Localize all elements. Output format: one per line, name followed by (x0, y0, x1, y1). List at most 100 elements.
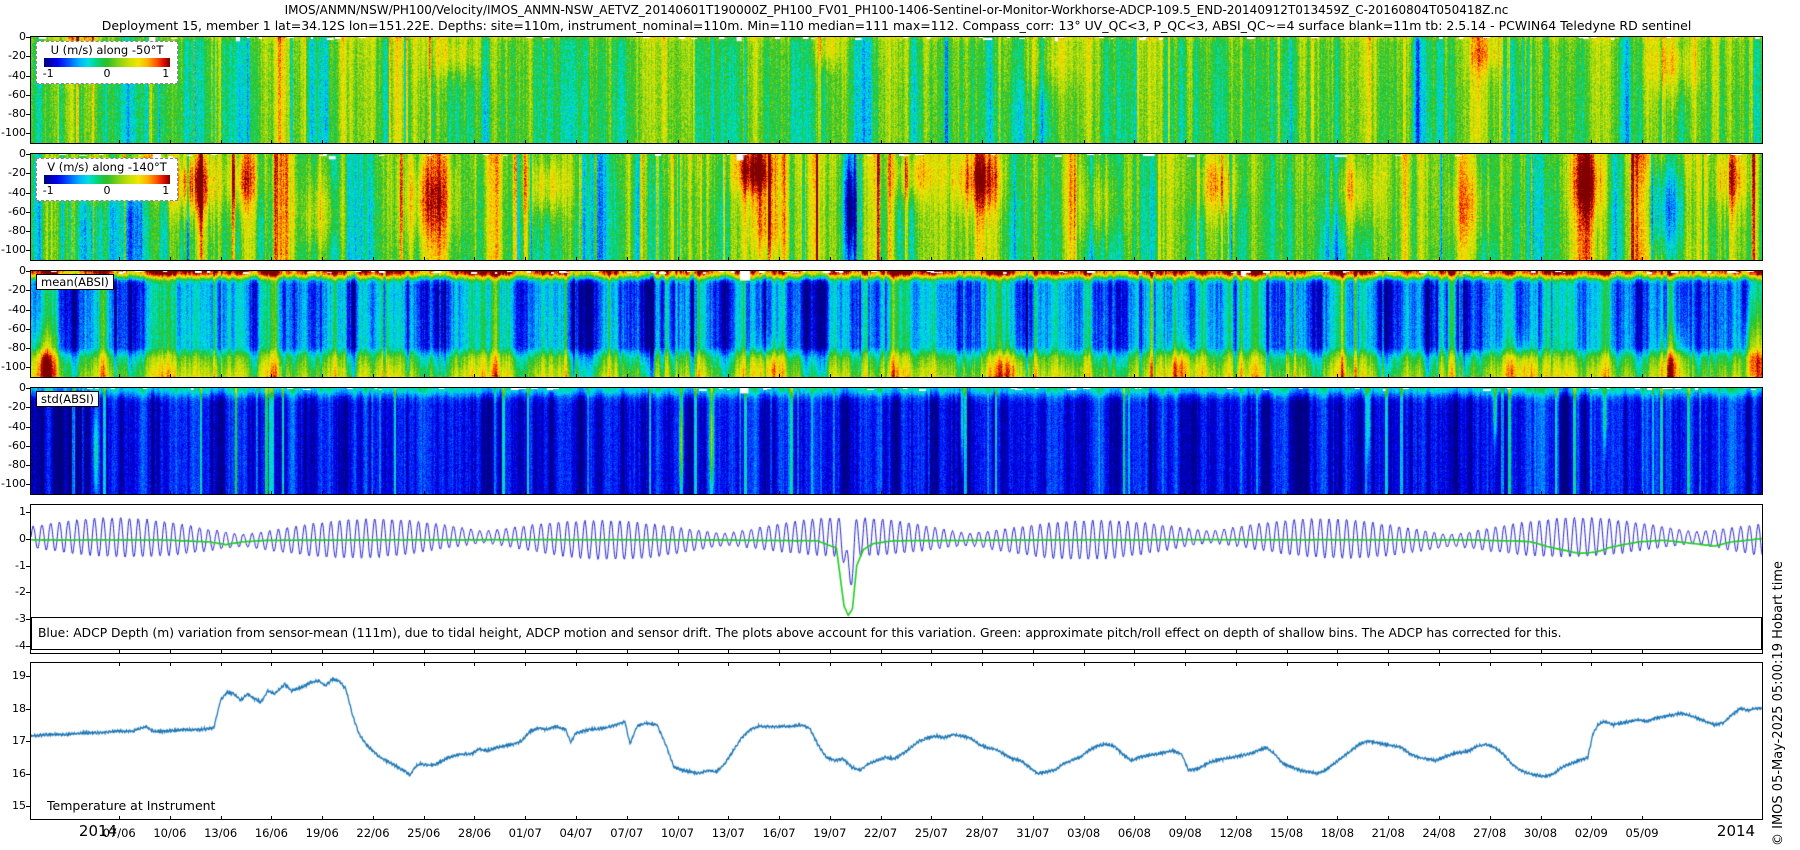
title-line-1: IMOS/ANMN/NSW/PH100/Velocity/IMOS_ANMN-N… (30, 3, 1763, 17)
x-tick-mark (881, 816, 882, 819)
x-tick-mark (1185, 663, 1186, 666)
x-tick-mark (779, 663, 780, 666)
y-tick-label: 1 (1, 506, 26, 518)
x-tick-mark (830, 491, 831, 494)
x-tick-mark (779, 816, 780, 819)
x-tick-mark (881, 491, 882, 494)
x-tick-mark (1388, 491, 1389, 494)
x-tick-mark (1236, 374, 1237, 377)
x-tick-mark (271, 491, 272, 494)
x-tick-mark (1642, 663, 1643, 666)
y-tick-mark (26, 193, 30, 194)
x-tick-mark (576, 140, 577, 143)
x-tick-mark (576, 663, 577, 666)
v-colorbar-gradient (44, 175, 170, 184)
x-tick-mark (576, 491, 577, 494)
v-legend-title: V (m/s) along -140°T (37, 160, 177, 174)
mean-absi-heatmap (31, 271, 1762, 377)
x-tick-mark (678, 140, 679, 143)
x-tick-mark (1388, 650, 1389, 653)
x-tick-mark (830, 816, 831, 819)
y-tick-label: -100 (1, 127, 26, 139)
y-tick-label: -80 (1, 225, 26, 237)
x-axis-date-label: 28/06 (458, 826, 491, 840)
x-axis-date-label: 09/08 (1169, 826, 1202, 840)
x-axis-year-right: 2014 (1706, 822, 1766, 840)
x-tick-mark (931, 257, 932, 260)
x-tick-mark (830, 650, 831, 653)
x-tick-mark (1084, 816, 1085, 819)
x-tick-mark (1642, 816, 1643, 819)
x-tick-mark (1591, 650, 1592, 653)
x-tick-mark (830, 257, 831, 260)
x-tick-mark (931, 650, 932, 653)
x-tick-mark (525, 140, 526, 143)
x-tick-mark (271, 650, 272, 653)
x-tick-mark (119, 257, 120, 260)
x-tick-mark (1642, 140, 1643, 143)
x-tick-mark (221, 816, 222, 819)
x-tick-mark (1439, 491, 1440, 494)
x-tick-mark (170, 374, 171, 377)
x-tick-mark (322, 816, 323, 819)
x-tick-mark (1388, 374, 1389, 377)
y-tick-label: -20 (1, 50, 26, 62)
x-tick-mark (1033, 140, 1034, 143)
y-tick-mark (26, 37, 30, 38)
adcp-velocity-plot-page: IMOS/ANMN/NSW/PH100/Velocity/IMOS_ANMN-N… (0, 0, 1800, 850)
panel-temperature: Temperature at Instrument (30, 662, 1763, 820)
x-tick-mark (1642, 650, 1643, 653)
x-tick-mark (474, 140, 475, 143)
y-tick-label: -20 (1, 284, 26, 296)
x-tick-mark (1084, 491, 1085, 494)
x-axis-date-label: 04/07 (559, 826, 592, 840)
x-axis-date-label: 03/08 (1067, 826, 1100, 840)
v-velocity-heatmap (31, 154, 1762, 260)
imos-watermark: © IMOS 05-May-2025 05:00:19 Hobart time (1771, 466, 1786, 846)
y-tick-label: 18 (1, 703, 26, 715)
x-tick-mark (322, 257, 323, 260)
x-tick-mark (1541, 663, 1542, 666)
x-tick-mark (1490, 816, 1491, 819)
x-tick-mark (1134, 491, 1135, 494)
x-tick-mark (170, 663, 171, 666)
x-tick-mark (1287, 257, 1288, 260)
x-tick-mark (881, 140, 882, 143)
x-tick-mark (678, 663, 679, 666)
temperature-label: Temperature at Instrument (47, 798, 215, 813)
y-tick-mark (26, 427, 30, 428)
colorbar-tick-label: 0 (104, 67, 111, 80)
x-tick-mark (1388, 257, 1389, 260)
y-tick-mark (26, 592, 30, 593)
x-tick-mark (830, 374, 831, 377)
colorbar-tick-label: 1 (162, 184, 169, 197)
x-tick-mark (1134, 257, 1135, 260)
y-tick-label: -20 (1, 167, 26, 179)
y-tick-label: -4 (1, 640, 26, 652)
x-tick-mark (271, 374, 272, 377)
x-tick-mark (1084, 374, 1085, 377)
x-tick-mark (170, 140, 171, 143)
x-axis-date-label: 21/08 (1372, 826, 1405, 840)
x-tick-mark (1236, 257, 1237, 260)
x-tick-mark (474, 257, 475, 260)
y-tick-label: -40 (1, 187, 26, 199)
x-tick-mark (678, 816, 679, 819)
x-tick-mark (627, 257, 628, 260)
x-tick-mark (1185, 650, 1186, 653)
y-tick-mark (26, 465, 30, 466)
x-tick-mark (1033, 650, 1034, 653)
x-tick-mark (931, 491, 932, 494)
x-tick-mark (982, 140, 983, 143)
std-absi-label: std(ABSI) (36, 391, 99, 407)
x-tick-mark (830, 663, 831, 666)
x-tick-mark (221, 257, 222, 260)
x-tick-mark (424, 374, 425, 377)
x-tick-mark (931, 140, 932, 143)
x-tick-mark (1084, 257, 1085, 260)
x-tick-mark (627, 491, 628, 494)
x-tick-mark (1185, 374, 1186, 377)
x-tick-mark (678, 491, 679, 494)
x-tick-mark (728, 140, 729, 143)
mean-absi-label: mean(ABSI) (36, 274, 114, 290)
